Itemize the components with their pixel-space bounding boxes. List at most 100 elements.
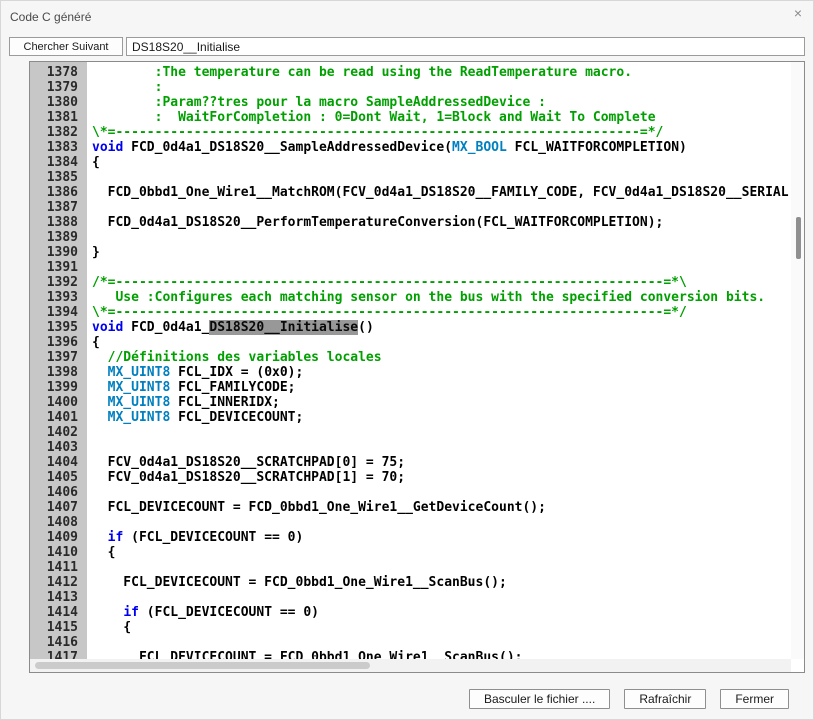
line-number: 1410 — [30, 545, 87, 560]
code-text — [87, 515, 92, 530]
line-number: 1411 — [30, 560, 87, 575]
code-text — [87, 230, 92, 245]
code-lines: 1378 :The temperature can be read using … — [30, 65, 791, 659]
code-text: void FCD_0d4a1_DS18S20__Initialise() — [87, 320, 374, 335]
code-line: 1403 — [30, 440, 791, 455]
code-text: FCD_0d4a1_DS18S20__PerformTemperatureCon… — [87, 215, 663, 230]
code-line: 1390} — [30, 245, 791, 260]
vertical-scrollbar[interactable] — [791, 62, 804, 659]
code-line: 1396{ — [30, 335, 791, 350]
code-line: 1379 : — [30, 80, 791, 95]
code-line: 1399 MX_UINT8 FCL_FAMILYCODE; — [30, 380, 791, 395]
code-text: : — [87, 80, 162, 95]
code-text: MX_UINT8 FCL_IDX = (0x0); — [87, 365, 303, 380]
line-number: 1392 — [30, 275, 87, 290]
refresh-button[interactable]: Rafraîchir — [624, 689, 706, 709]
code-text: FCL_DEVICECOUNT = FCD_0bbd1_One_Wire1__G… — [87, 500, 546, 515]
code-text: if (FCL_DEVICECOUNT == 0) — [87, 605, 319, 620]
code-text: { — [87, 335, 100, 350]
line-number: 1404 — [30, 455, 87, 470]
line-number: 1416 — [30, 635, 87, 650]
code-line: 1400 MX_UINT8 FCL_INNERIDX; — [30, 395, 791, 410]
code-text — [87, 170, 92, 185]
code-line: 1394\*=---------------------------------… — [30, 305, 791, 320]
horizontal-scrollbar-thumb[interactable] — [35, 662, 370, 669]
code-line: 1415 { — [30, 620, 791, 635]
code-line: 1385 — [30, 170, 791, 185]
code-text: FCV_0d4a1_DS18S20__SCRATCHPAD[0] = 75; — [87, 455, 405, 470]
code-line: 1388 FCD_0d4a1_DS18S20__PerformTemperatu… — [30, 215, 791, 230]
toggle-file-button[interactable]: Basculer le fichier .... — [469, 689, 610, 709]
code-text: { — [87, 620, 131, 635]
code-text: { — [87, 545, 115, 560]
code-line: 1413 — [30, 590, 791, 605]
code-text: : WaitForCompletion : 0=Dont Wait, 1=Blo… — [87, 110, 656, 125]
line-number: 1408 — [30, 515, 87, 530]
line-number: 1389 — [30, 230, 87, 245]
code-line: 1392/*=---------------------------------… — [30, 275, 791, 290]
code-line: 1401 MX_UINT8 FCL_DEVICECOUNT; — [30, 410, 791, 425]
line-number: 1401 — [30, 410, 87, 425]
line-number: 1395 — [30, 320, 87, 335]
line-number: 1379 — [30, 80, 87, 95]
code-text — [87, 440, 92, 455]
line-number: 1398 — [30, 365, 87, 380]
line-number: 1409 — [30, 530, 87, 545]
line-number: 1391 — [30, 260, 87, 275]
code-line: 1386 FCD_0bbd1_One_Wire1__MatchROM(FCV_0… — [30, 185, 791, 200]
line-number: 1415 — [30, 620, 87, 635]
line-number: 1406 — [30, 485, 87, 500]
line-number: 1386 — [30, 185, 87, 200]
line-number: 1385 — [30, 170, 87, 185]
line-number: 1378 — [30, 65, 87, 80]
close-icon[interactable]: × — [794, 6, 802, 20]
code-line: 1407 FCL_DEVICECOUNT = FCD_0bbd1_One_Wir… — [30, 500, 791, 515]
line-number: 1397 — [30, 350, 87, 365]
code-line: 1410 { — [30, 545, 791, 560]
code-text: /*=-------------------------------------… — [87, 275, 687, 290]
code-viewer: 1378 :The temperature can be read using … — [29, 61, 805, 673]
code-text — [87, 635, 92, 650]
code-text: MX_UINT8 FCL_INNERIDX; — [87, 395, 280, 410]
code-line: 1417 FCL_DEVICECOUNT = FCD_0bbd1_One_Wir… — [30, 650, 791, 659]
line-number: 1396 — [30, 335, 87, 350]
code-line: 1412 FCL_DEVICECOUNT = FCD_0bbd1_One_Wir… — [30, 575, 791, 590]
vertical-scrollbar-thumb[interactable] — [796, 217, 801, 259]
code-line: 1398 MX_UINT8 FCL_IDX = (0x0); — [30, 365, 791, 380]
code-line: 1416 — [30, 635, 791, 650]
line-number: 1402 — [30, 425, 87, 440]
code-text — [87, 260, 92, 275]
find-next-button[interactable]: Chercher Suivant — [9, 37, 123, 56]
code-line: 1397 //Définitions des variables locales — [30, 350, 791, 365]
close-button[interactable]: Fermer — [720, 689, 789, 709]
code-text: :Param??tres pour la macro SampleAddress… — [87, 95, 546, 110]
search-input[interactable] — [126, 37, 805, 56]
line-number: 1388 — [30, 215, 87, 230]
code-text: \*=-------------------------------------… — [87, 125, 663, 140]
line-number: 1405 — [30, 470, 87, 485]
code-text: FCL_DEVICECOUNT = FCD_0bbd1_One_Wire1__S… — [87, 650, 522, 659]
code-text: { — [87, 155, 100, 170]
code-line: 1408 — [30, 515, 791, 530]
code-line: 1395void FCD_0d4a1_DS18S20__Initialise() — [30, 320, 791, 335]
line-number: 1390 — [30, 245, 87, 260]
code-text: if (FCL_DEVICECOUNT == 0) — [87, 530, 303, 545]
line-number: 1417 — [30, 650, 87, 659]
code-line: 1380 :Param??tres pour la macro SampleAd… — [30, 95, 791, 110]
footer-buttons: Basculer le fichier .... Rafraîchir Ferm… — [469, 689, 789, 709]
code-line: 1378 :The temperature can be read using … — [30, 65, 791, 80]
code-line: 1393 Use :Configures each matching senso… — [30, 290, 791, 305]
search-bar: Chercher Suivant — [9, 37, 805, 56]
code-text: //Définitions des variables locales — [87, 350, 382, 365]
code-text — [87, 560, 92, 575]
code-text: MX_UINT8 FCL_FAMILYCODE; — [87, 380, 296, 395]
horizontal-scrollbar[interactable] — [30, 659, 791, 672]
code-line: 1405 FCV_0d4a1_DS18S20__SCRATCHPAD[1] = … — [30, 470, 791, 485]
window-title: Code C généré — [10, 10, 91, 24]
code-text — [87, 425, 92, 440]
code-line: 1384{ — [30, 155, 791, 170]
line-number: 1399 — [30, 380, 87, 395]
code-text: } — [87, 245, 100, 260]
code-line: 1382\*=---------------------------------… — [30, 125, 791, 140]
line-number: 1413 — [30, 590, 87, 605]
